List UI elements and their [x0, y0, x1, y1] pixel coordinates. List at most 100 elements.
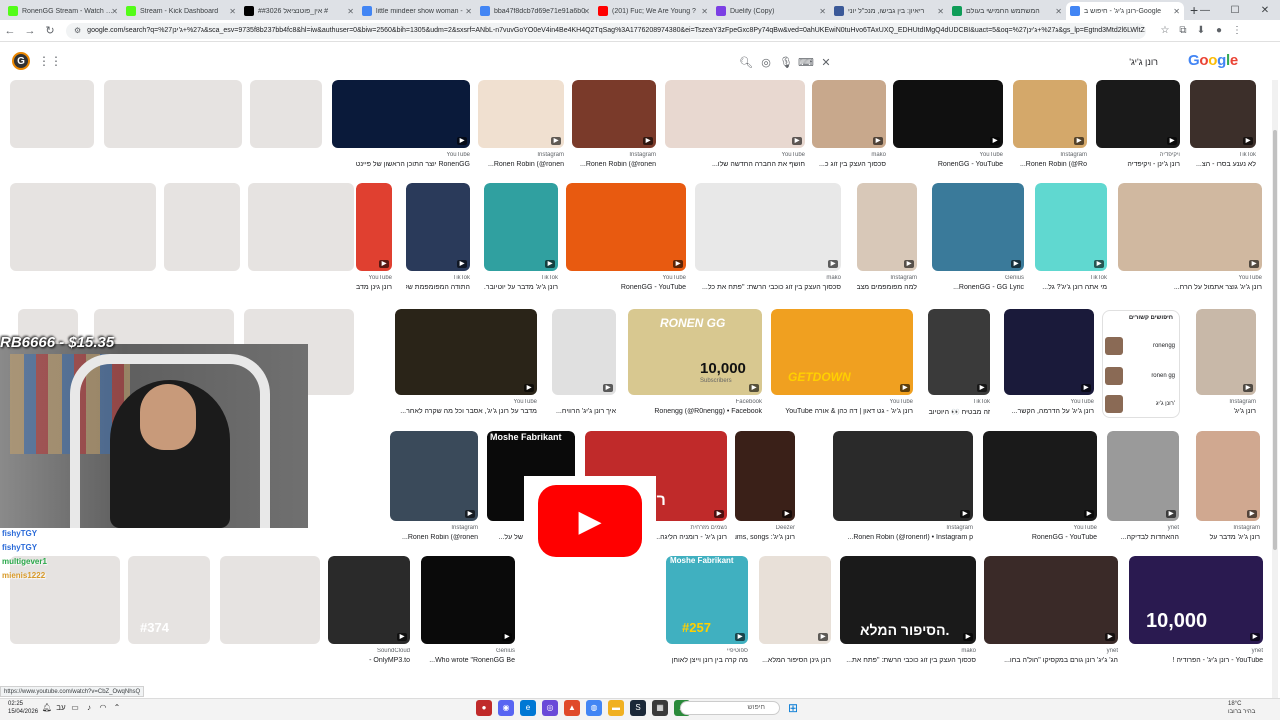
back-icon[interactable]: ←: [0, 25, 20, 37]
image-result[interactable]: ▶ ויקיפדיה רונן ג'ינן - ויקיפדיה: [1096, 80, 1180, 172]
related-search-item[interactable]: רונן ג'יג': [1105, 391, 1175, 417]
result-caption[interactable]: רונן גינן מדבר על...: [356, 284, 392, 291]
image-result[interactable]: ▶ ynet ההאחדות לבדיקה...: [1107, 431, 1179, 545]
reload-icon[interactable]: ↻: [40, 24, 60, 37]
image-result[interactable]: ▶ Deezer רונן ג'יג': albums, songs...: [735, 431, 795, 545]
image-result[interactable]: ▶ mako סכסוך העצק בין זוג כוכבי הרשת: "פתח…: [695, 183, 841, 295]
folder-icon[interactable]: ▬: [608, 700, 624, 716]
image-result[interactable]: ▶ TikTok התודה המפומפמת של...: [406, 183, 470, 295]
browser-tab[interactable]: bba47f8dcb7d69e71e91a6b0 ✕: [476, 2, 594, 20]
result-caption[interactable]: סכסוך העצק בין זוג כוכבי הרשת: "פתח את כ…: [695, 284, 841, 291]
image-result[interactable]: ▶ TikTok זה מבטיח 👀 היוטיוב...: [928, 309, 990, 419]
tab-close-icon[interactable]: ✕: [347, 7, 354, 16]
result-caption[interactable]: OnlyMP3.to -: [328, 657, 410, 664]
image-result[interactable]: ▶ Genius Who wrote "RonenGG Be...: [421, 556, 515, 668]
result-caption[interactable]: רונן ג'יג' מדבר על יוטיובר...: [484, 284, 558, 291]
result-thumbnail[interactable]: ▶: [356, 183, 392, 271]
result-caption[interactable]: התודה המפומפמת של...: [406, 284, 470, 291]
image-result[interactable]: ▶ YouTube חושף את החברה החדשה שלו...: [665, 80, 805, 172]
lens-icon[interactable]: ◎: [756, 56, 776, 69]
image-result[interactable]: ▶ TikTok מי אתה רונן ג'יג'? גל...: [1035, 183, 1107, 295]
image-result[interactable]: ▶ YouTube מדבר על רונן ג'יג', אסבר וכל מה …: [395, 309, 537, 419]
result-thumbnail[interactable]: ▶: [1118, 183, 1262, 271]
result-caption[interactable]: Ronengg (@R0nengg) • Facebook: [628, 408, 762, 415]
image-result[interactable]: ▶ Instagram Ronen Robin (@ronen...: [478, 80, 564, 172]
result-thumbnail[interactable]: ▶: [1196, 309, 1256, 395]
image-result[interactable]: ▶ Instagram Ronen Robin (@Ro...: [1013, 80, 1087, 172]
result-thumbnail[interactable]: ▶: [406, 183, 470, 271]
result-caption[interactable]: למה מפומפמים מצבי...: [857, 284, 917, 291]
result-caption[interactable]: RonenGG - YouTube: [566, 284, 686, 291]
account-avatar[interactable]: G: [12, 52, 30, 70]
result-thumbnail[interactable]: ▶: [1035, 183, 1107, 271]
result-caption[interactable]: YouTube - רונן ג'יג' - הפרודיה !: [1129, 657, 1263, 664]
result-thumbnail[interactable]: ▶: [552, 309, 616, 395]
language-icon[interactable]: עב: [54, 703, 68, 712]
tab-close-icon[interactable]: ✕: [819, 7, 826, 16]
related-search-item[interactable]: ronen gg: [1105, 363, 1175, 389]
result-thumbnail[interactable]: ▶: [983, 431, 1097, 521]
result-caption[interactable]: RonenGG יוצר התוכן הראשון של פיינט: [332, 161, 470, 168]
result-thumbnail[interactable]: ▶: [893, 80, 1003, 148]
youtube-logo-tile[interactable]: ▶: [524, 476, 656, 566]
result-thumbnail[interactable]: ▶: [478, 80, 564, 148]
mic-icon[interactable]: 🎙︎: [776, 56, 796, 69]
scrollbar-thumb[interactable]: [1273, 130, 1277, 550]
result-caption[interactable]: איך רונן ג'יג' הרוויח...: [552, 408, 616, 415]
weather-widget[interactable]: 18°C בהיר ברובו: [1228, 700, 1255, 716]
image-result[interactable]: ▶ Instagram רונן ג'יג': [1196, 309, 1256, 419]
tab-close-icon[interactable]: ✕: [701, 7, 708, 16]
result-caption[interactable]: רונן גינן הסיפור המלא...: [759, 657, 831, 664]
image-result[interactable]: ▶ mako סכסוך העצק בין זוג כוכבי הרשת: "פתח…: [840, 556, 976, 668]
result-thumbnail[interactable]: ▶: [390, 431, 478, 521]
tab-close-icon[interactable]: ✕: [1055, 7, 1062, 16]
result-caption[interactable]: ההאחדות לבדיקה...: [1107, 534, 1179, 541]
result-caption[interactable]: מה קרה בין רונן וייצן לאוחן: [666, 657, 748, 664]
result-thumbnail[interactable]: ▶: [1107, 431, 1179, 521]
result-caption[interactable]: Ronen Robin (@ronen...: [390, 534, 478, 541]
browser-tab[interactable]: (201) Fuc; We Are Young ? ✕: [594, 2, 712, 20]
clear-icon[interactable]: ✕: [816, 56, 836, 69]
app-icon[interactable]: ▲: [564, 700, 580, 716]
result-thumbnail[interactable]: ▶: [984, 556, 1118, 644]
browser-tab[interactable]: המשתמש החמישי בעולם ✕: [948, 2, 1066, 20]
image-result[interactable]: ▶ YouTube רונן ג'יג' - גט דאון | דה כהן & …: [771, 309, 913, 419]
close-window-icon[interactable]: ✕: [1250, 5, 1280, 16]
result-thumbnail[interactable]: ▶: [857, 183, 917, 271]
result-caption[interactable]: רונן ג'ינן - ויקיפדיה: [1096, 161, 1180, 168]
image-result[interactable]: ▶ YouTube רונן ג'יג' על הדרמה, הקשר...: [1004, 309, 1094, 419]
browser-tab[interactable]: ריאיון: בין גבישו, מנכ"ל יוני ✕: [830, 2, 948, 20]
result-caption[interactable]: רונן ג'יג' מדבר על: [1196, 534, 1260, 541]
obs-icon[interactable]: ◎: [542, 700, 558, 716]
result-caption[interactable]: סכסוך העצק בין זוג כ...: [812, 161, 886, 168]
profile-icon[interactable]: ●: [1210, 25, 1228, 36]
result-thumbnail[interactable]: ▶: [484, 183, 558, 271]
result-thumbnail[interactable]: ▶: [328, 556, 410, 644]
result-caption[interactable]: מי אתה רונן ג'יג'? גל...: [1035, 284, 1107, 291]
result-caption[interactable]: RonenGG - GG Lyric...: [932, 284, 1024, 291]
image-result[interactable]: [104, 80, 242, 148]
notification-icon[interactable]: 🔔︎: [40, 703, 54, 712]
image-result[interactable]: [220, 556, 320, 644]
chevron-up-icon[interactable]: ⌃: [110, 703, 124, 712]
steam-icon[interactable]: S: [630, 700, 646, 716]
result-thumbnail[interactable]: ▶: [812, 80, 886, 148]
image-result[interactable]: [248, 183, 354, 271]
wifi-icon[interactable]: ◠: [96, 703, 110, 712]
image-result[interactable]: ▶ mako סכסוך העצק בין זוג כ...: [812, 80, 886, 172]
image-result[interactable]: ▶ YouTube RonenGG יוצר התוכן הראשון של פיי…: [332, 80, 470, 172]
image-result[interactable]: ▶ Instagram Ronen Robin (@ronenrl) • Insta…: [833, 431, 973, 545]
image-result[interactable]: [164, 183, 240, 271]
result-caption[interactable]: רונן ג'יג' גוצר אתמול על הרח...: [1118, 284, 1262, 291]
result-thumbnail[interactable]: ▶: [332, 80, 470, 148]
result-caption[interactable]: Ronen Robin (@Ro...: [1013, 161, 1087, 168]
image-result[interactable]: ▶ Genius RonenGG - GG Lyric...: [932, 183, 1024, 295]
result-caption[interactable]: רונן ג'יג': albums, songs...: [735, 534, 795, 541]
forward-icon[interactable]: →: [20, 25, 40, 37]
chrome-icon[interactable]: ◍: [586, 700, 602, 716]
browser-tab[interactable]: RonenGG Stream - Watch Live ✕: [4, 2, 122, 20]
result-thumbnail[interactable]: ▶: [1196, 431, 1260, 521]
image-result[interactable]: [10, 80, 94, 148]
speaker-icon[interactable]: ♪: [82, 703, 96, 712]
edge-icon[interactable]: e: [520, 700, 536, 716]
